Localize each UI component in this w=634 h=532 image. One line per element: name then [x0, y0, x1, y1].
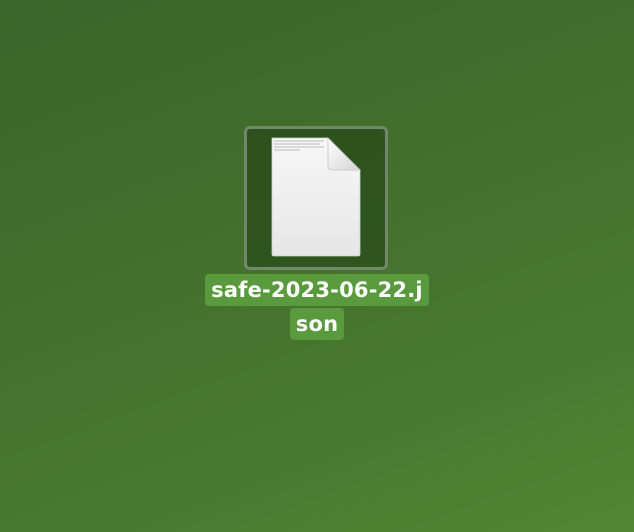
file-name-line-2: son	[289, 308, 345, 340]
document-icon	[271, 137, 361, 257]
file-name-label[interactable]: safe-2023-06-22.j son	[0, 274, 634, 342]
desktop-file-item[interactable]	[244, 126, 388, 270]
desktop-background[interactable]: safe-2023-06-22.j son	[0, 0, 634, 532]
file-name-line-1: safe-2023-06-22.j	[205, 274, 429, 306]
